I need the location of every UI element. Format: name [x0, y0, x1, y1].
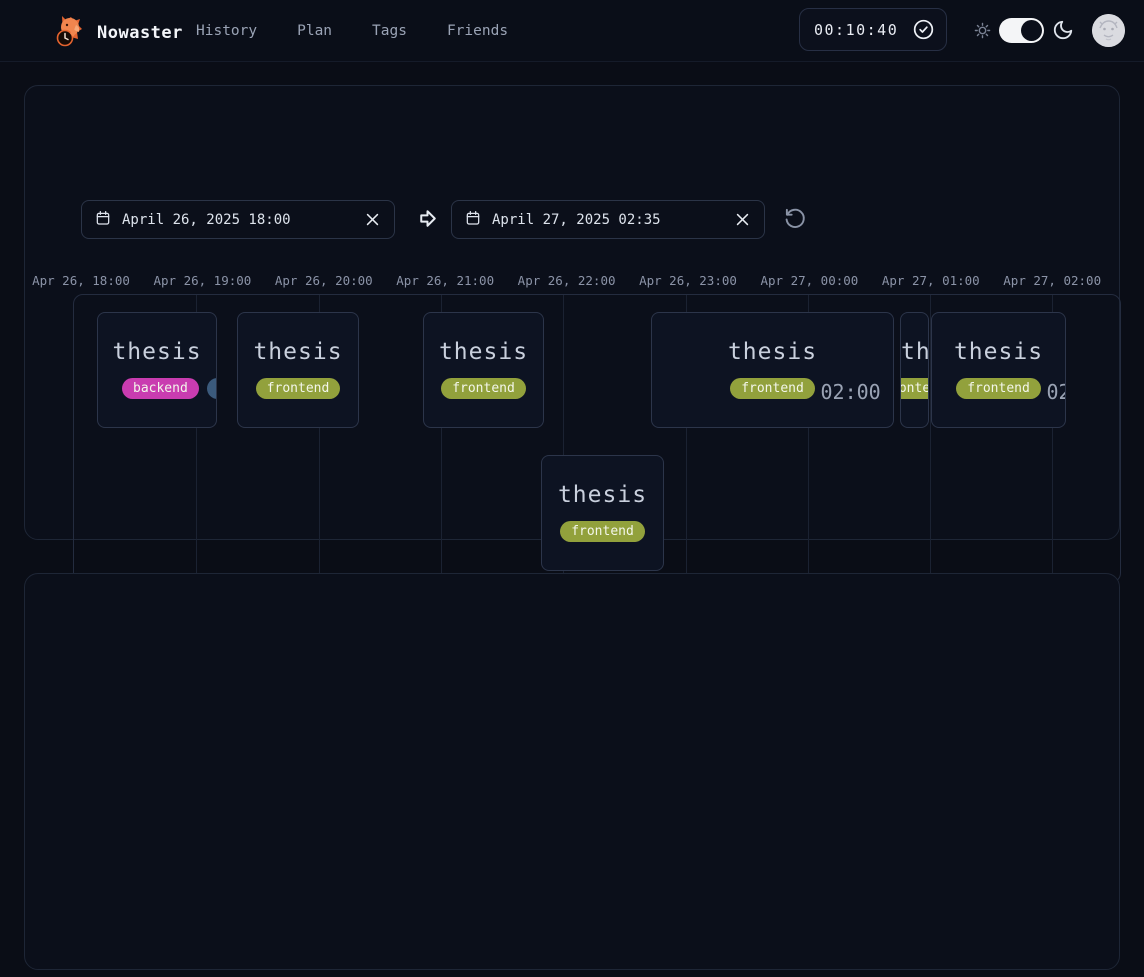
sun-icon	[974, 22, 991, 43]
timeline-section: April 26, 2025 18:00 April 27, 2025 02:3…	[24, 85, 1120, 540]
timeline-tick-label: Apr 26, 19:00	[153, 273, 251, 288]
session-card[interactable]: thesis frontend	[900, 312, 929, 428]
session-card[interactable]: thesis frontend	[423, 312, 544, 428]
session-card[interactable]: thesis frontend	[237, 312, 359, 428]
timeline-tick-label: Apr 27, 00:00	[760, 273, 858, 288]
session-duration: 02:00	[821, 380, 881, 404]
timeline-grid: thesisbackenddathesisfrontendthesisfront…	[73, 294, 1121, 583]
circle-check-icon[interactable]	[912, 18, 935, 41]
tag-pill-frontend[interactable]: frontend	[560, 521, 645, 542]
session-card[interactable]: thesis frontend 02:35	[931, 312, 1066, 428]
nowaster-lion-logo-icon	[52, 13, 88, 53]
start-date-value: April 26, 2025 18:00	[122, 212, 291, 228]
arrow-big-right-icon	[415, 206, 440, 235]
app-page: Nowaster History Plan Tags Friends 00:10:40	[0, 0, 1144, 977]
brand[interactable]: Nowaster	[52, 13, 183, 53]
nav-link-friends[interactable]: Friends	[447, 23, 508, 39]
timeline-tick-label: Apr 27, 02:00	[1003, 273, 1101, 288]
end-date-input[interactable]: April 27, 2025 02:35	[451, 200, 765, 239]
nav-links: History Plan Tags Friends	[196, 0, 508, 62]
session-duration: 02:35	[1047, 380, 1067, 404]
clear-start-date-icon[interactable]	[364, 211, 381, 228]
session-title: thesis	[542, 482, 663, 508]
session-tags: frontend	[424, 378, 543, 399]
avatar[interactable]	[1092, 14, 1125, 47]
start-date-input[interactable]: April 26, 2025 18:00	[81, 200, 395, 239]
end-date-value: April 27, 2025 02:35	[492, 212, 661, 228]
tag-pill-backend[interactable]: backend	[122, 378, 199, 399]
calendar-icon	[95, 210, 111, 230]
timeline-tick-label: Apr 27, 01:00	[882, 273, 980, 288]
tag-pill-frontend[interactable]: frontend	[956, 378, 1041, 399]
timer-button[interactable]: 00:10:40	[799, 8, 947, 51]
session-title: thesis	[424, 339, 543, 365]
nav-link-history[interactable]: History	[196, 23, 257, 39]
timeline-tick-label: Apr 26, 22:00	[518, 273, 616, 288]
theme-toggle-knob	[1021, 20, 1042, 41]
session-card[interactable]: thesis frontend 02:00	[651, 312, 894, 428]
clear-end-date-icon[interactable]	[734, 211, 751, 228]
session-title: thesis	[98, 339, 216, 365]
session-title: thesis	[901, 339, 928, 365]
session-tags: frontend	[901, 378, 928, 399]
session-title: thesis	[238, 339, 358, 365]
session-tags: frontend	[932, 378, 1065, 399]
session-tags: frontend	[542, 521, 663, 542]
stats-section: Year 2024 2 00:0015:5031:4047:3063:20Jan…	[24, 573, 1120, 970]
moon-icon	[1052, 19, 1074, 45]
tag-pill-da[interactable]: da	[207, 378, 217, 399]
session-title: thesis	[652, 339, 893, 365]
timer-value: 00:10:40	[814, 21, 898, 39]
reset-rotate-ccw-icon[interactable]	[784, 207, 807, 234]
tag-pill-frontend[interactable]: frontend	[730, 378, 815, 399]
session-tags: frontend	[238, 378, 358, 399]
calendar-icon	[465, 210, 481, 230]
timeline-tick-label: Apr 26, 23:00	[639, 273, 737, 288]
nav-link-plan[interactable]: Plan	[297, 23, 332, 39]
theme-toggle[interactable]	[999, 18, 1044, 43]
session-card[interactable]: thesis frontend	[541, 455, 664, 571]
tag-pill-frontend[interactable]: frontend	[256, 378, 341, 399]
session-card[interactable]: thesis backend da	[97, 312, 217, 428]
app-title: Nowaster	[97, 23, 183, 43]
timeline-tick-label: Apr 26, 20:00	[275, 273, 373, 288]
tag-pill-frontend[interactable]: frontend	[900, 378, 929, 399]
navbar: Nowaster History Plan Tags Friends 00:10:40	[0, 0, 1144, 62]
session-title: thesis	[932, 339, 1065, 365]
timeline-tick-label: Apr 26, 18:00	[32, 273, 130, 288]
tag-pill-frontend[interactable]: frontend	[441, 378, 526, 399]
session-tags: backend da	[98, 378, 216, 399]
timeline-tick-label: Apr 26, 21:00	[396, 273, 494, 288]
nav-link-tags[interactable]: Tags	[372, 23, 407, 39]
